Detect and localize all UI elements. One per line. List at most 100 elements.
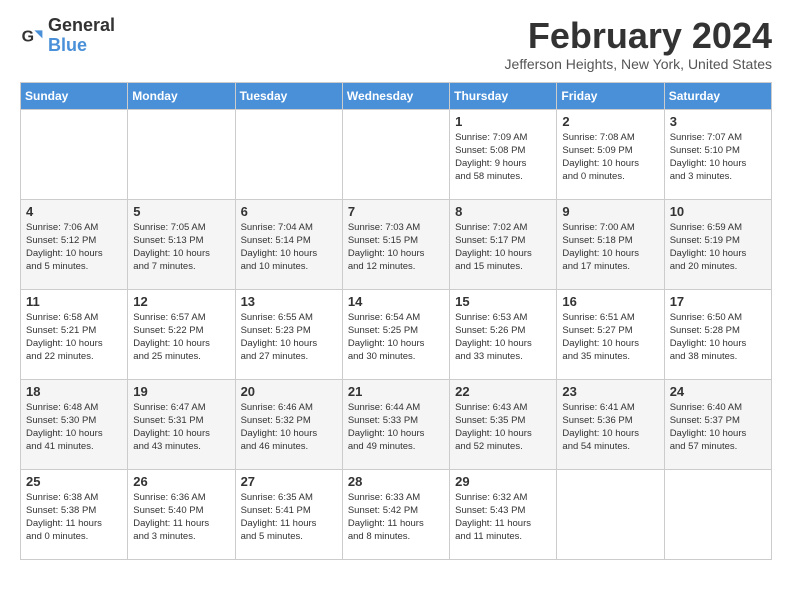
calendar-cell: 14 Sunrise: 6:54 AM Sunset: 5:25 PM Dayli… [342, 289, 449, 379]
weekday-header-tuesday: Tuesday [235, 82, 342, 109]
day-number: 17 [670, 294, 766, 309]
calendar-cell [21, 109, 128, 199]
day-info: Sunrise: 7:04 AM Sunset: 5:14 PM Dayligh… [241, 221, 337, 274]
calendar-cell [557, 469, 664, 559]
calendar-cell [664, 469, 771, 559]
calendar-cell: 6 Sunrise: 7:04 AM Sunset: 5:14 PM Daylig… [235, 199, 342, 289]
calendar-cell: 22 Sunrise: 6:43 AM Sunset: 5:35 PM Dayli… [450, 379, 557, 469]
calendar-cell: 5Sunrise: 7:05 AM Sunset: 5:13 PM Daylig… [128, 199, 235, 289]
day-info: Sunrise: 6:55 AM Sunset: 5:23 PM Dayligh… [241, 311, 337, 364]
day-info: Sunrise: 7:06 AM Sunset: 5:12 PM Dayligh… [26, 221, 122, 274]
day-number: 2 [562, 114, 658, 129]
day-number: 14 [348, 294, 444, 309]
calendar-cell: 12 Sunrise: 6:57 AM Sunset: 5:22 PM Dayli… [128, 289, 235, 379]
day-number: 29 [455, 474, 551, 489]
day-info: Sunrise: 7:00 AM Sunset: 5:18 PM Dayligh… [562, 221, 658, 274]
day-number: 25 [26, 474, 122, 489]
day-info: Sunrise: 6:46 AM Sunset: 5:32 PM Dayligh… [241, 401, 337, 454]
calendar-cell: 21 Sunrise: 6:44 AM Sunset: 5:33 PM Dayli… [342, 379, 449, 469]
weekday-header-saturday: Saturday [664, 82, 771, 109]
calendar-cell: 13 Sunrise: 6:55 AM Sunset: 5:23 PM Dayli… [235, 289, 342, 379]
day-info: Sunrise: 6:51 AM Sunset: 5:27 PM Dayligh… [562, 311, 658, 364]
day-number: 3 [670, 114, 766, 129]
day-info: Sunrise: 7:08 AM Sunset: 5:09 PM Dayligh… [562, 131, 658, 184]
calendar-cell [235, 109, 342, 199]
day-number: 24 [670, 384, 766, 399]
calendar-cell: 3Sunrise: 7:07 AM Sunset: 5:10 PM Daylig… [664, 109, 771, 199]
day-number: 8 [455, 204, 551, 219]
calendar-cell: 17Sunrise: 6:50 AM Sunset: 5:28 PM Dayli… [664, 289, 771, 379]
day-number: 11 [26, 294, 122, 309]
day-number: 27 [241, 474, 337, 489]
logo-icon: G [20, 24, 44, 48]
week-row-0: 1 Sunrise: 7:09 AM Sunset: 5:08 PM Daylig… [21, 109, 772, 199]
logo: G General Blue [20, 16, 115, 56]
calendar-cell: 25 Sunrise: 6:38 AM Sunset: 5:38 PM Dayli… [21, 469, 128, 559]
day-info: Sunrise: 6:48 AM Sunset: 5:30 PM Dayligh… [26, 401, 122, 454]
weekday-header-friday: Friday [557, 82, 664, 109]
calendar-cell: 23Sunrise: 6:41 AM Sunset: 5:36 PM Dayli… [557, 379, 664, 469]
calendar-cell: 19 Sunrise: 6:47 AM Sunset: 5:31 PM Dayli… [128, 379, 235, 469]
header: G General Blue February 2024 Jefferson H… [20, 16, 772, 72]
day-number: 6 [241, 204, 337, 219]
calendar-cell: 20 Sunrise: 6:46 AM Sunset: 5:32 PM Dayli… [235, 379, 342, 469]
calendar-cell: 9Sunrise: 7:00 AM Sunset: 5:18 PM Daylig… [557, 199, 664, 289]
day-info: Sunrise: 7:03 AM Sunset: 5:15 PM Dayligh… [348, 221, 444, 274]
day-info: Sunrise: 6:47 AM Sunset: 5:31 PM Dayligh… [133, 401, 229, 454]
day-info: Sunrise: 6:53 AM Sunset: 5:26 PM Dayligh… [455, 311, 551, 364]
week-row-1: 4 Sunrise: 7:06 AM Sunset: 5:12 PM Daylig… [21, 199, 772, 289]
day-number: 18 [26, 384, 122, 399]
logo-text: General Blue [48, 16, 115, 56]
calendar-cell: 2 Sunrise: 7:08 AM Sunset: 5:09 PM Daylig… [557, 109, 664, 199]
day-number: 13 [241, 294, 337, 309]
day-info: Sunrise: 6:38 AM Sunset: 5:38 PM Dayligh… [26, 491, 122, 544]
calendar-cell: 18 Sunrise: 6:48 AM Sunset: 5:30 PM Dayli… [21, 379, 128, 469]
day-info: Sunrise: 6:33 AM Sunset: 5:42 PM Dayligh… [348, 491, 444, 544]
day-info: Sunrise: 6:36 AM Sunset: 5:40 PM Dayligh… [133, 491, 229, 544]
day-info: Sunrise: 7:02 AM Sunset: 5:17 PM Dayligh… [455, 221, 551, 274]
calendar: SundayMondayTuesdayWednesdayThursdayFrid… [20, 82, 772, 560]
day-info: Sunrise: 6:59 AM Sunset: 5:19 PM Dayligh… [670, 221, 766, 274]
calendar-cell: 4 Sunrise: 7:06 AM Sunset: 5:12 PM Daylig… [21, 199, 128, 289]
month-title: February 2024 [505, 16, 772, 56]
week-row-2: 11 Sunrise: 6:58 AM Sunset: 5:21 PM Dayli… [21, 289, 772, 379]
calendar-cell [342, 109, 449, 199]
calendar-cell: 16Sunrise: 6:51 AM Sunset: 5:27 PM Dayli… [557, 289, 664, 379]
week-row-3: 18 Sunrise: 6:48 AM Sunset: 5:30 PM Dayli… [21, 379, 772, 469]
title-area: February 2024 Jefferson Heights, New Yor… [505, 16, 772, 72]
weekday-header-monday: Monday [128, 82, 235, 109]
day-number: 19 [133, 384, 229, 399]
day-number: 1 [455, 114, 551, 129]
calendar-cell: 1 Sunrise: 7:09 AM Sunset: 5:08 PM Daylig… [450, 109, 557, 199]
calendar-cell: 29 Sunrise: 6:32 AM Sunset: 5:43 PM Dayli… [450, 469, 557, 559]
weekday-header-wednesday: Wednesday [342, 82, 449, 109]
weekday-header-sunday: Sunday [21, 82, 128, 109]
day-info: Sunrise: 6:43 AM Sunset: 5:35 PM Dayligh… [455, 401, 551, 454]
weekday-header-thursday: Thursday [450, 82, 557, 109]
day-info: Sunrise: 7:09 AM Sunset: 5:08 PM Dayligh… [455, 131, 551, 184]
day-info: Sunrise: 6:44 AM Sunset: 5:33 PM Dayligh… [348, 401, 444, 454]
calendar-cell: 11 Sunrise: 6:58 AM Sunset: 5:21 PM Dayli… [21, 289, 128, 379]
day-number: 12 [133, 294, 229, 309]
day-number: 28 [348, 474, 444, 489]
day-number: 21 [348, 384, 444, 399]
day-info: Sunrise: 6:32 AM Sunset: 5:43 PM Dayligh… [455, 491, 551, 544]
day-number: 20 [241, 384, 337, 399]
weekday-header-row: SundayMondayTuesdayWednesdayThursdayFrid… [21, 82, 772, 109]
day-number: 15 [455, 294, 551, 309]
day-number: 7 [348, 204, 444, 219]
day-number: 4 [26, 204, 122, 219]
day-info: Sunrise: 6:58 AM Sunset: 5:21 PM Dayligh… [26, 311, 122, 364]
calendar-cell: 7 Sunrise: 7:03 AM Sunset: 5:15 PM Daylig… [342, 199, 449, 289]
calendar-cell: 24Sunrise: 6:40 AM Sunset: 5:37 PM Dayli… [664, 379, 771, 469]
calendar-cell: 10Sunrise: 6:59 AM Sunset: 5:19 PM Dayli… [664, 199, 771, 289]
day-info: Sunrise: 6:54 AM Sunset: 5:25 PM Dayligh… [348, 311, 444, 364]
day-info: Sunrise: 6:35 AM Sunset: 5:41 PM Dayligh… [241, 491, 337, 544]
day-info: Sunrise: 7:05 AM Sunset: 5:13 PM Dayligh… [133, 221, 229, 274]
calendar-cell: 15 Sunrise: 6:53 AM Sunset: 5:26 PM Dayli… [450, 289, 557, 379]
calendar-cell: 8 Sunrise: 7:02 AM Sunset: 5:17 PM Daylig… [450, 199, 557, 289]
day-number: 26 [133, 474, 229, 489]
day-info: Sunrise: 6:57 AM Sunset: 5:22 PM Dayligh… [133, 311, 229, 364]
day-number: 22 [455, 384, 551, 399]
week-row-4: 25 Sunrise: 6:38 AM Sunset: 5:38 PM Dayli… [21, 469, 772, 559]
